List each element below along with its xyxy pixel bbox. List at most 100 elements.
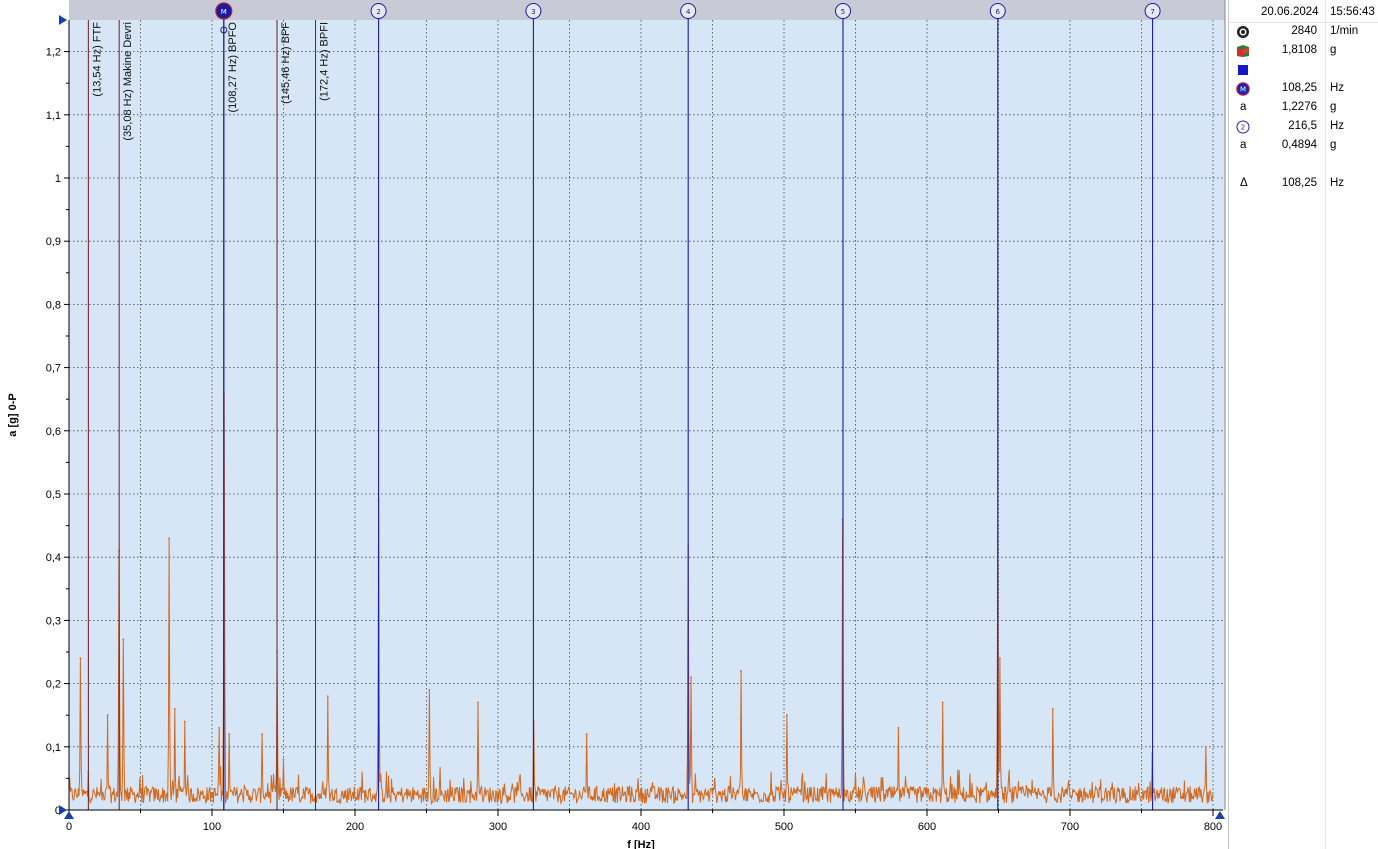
spectrum-peak [585, 733, 588, 736]
cursor-2-icon: 2 [1236, 120, 1250, 134]
spectrum-peak [740, 670, 742, 672]
x-tick-label: 800 [1204, 821, 1222, 833]
fault-frequency-label: (172,4 Hz) BPFI [319, 22, 331, 101]
y-tick-label: 0,2 [46, 679, 61, 691]
cursor-m-frequency-unit: Hz [1330, 82, 1345, 94]
spectrum-peak [282, 758, 285, 761]
harmonic-cursor-label: 4 [686, 8, 691, 16]
y-max-handle [59, 15, 67, 25]
y-min-handle [59, 805, 67, 815]
marker-row [1229, 60, 1378, 79]
overall-level-icon [1237, 45, 1249, 57]
spectrum-peak [477, 701, 479, 704]
y-tick-label: 0,9 [46, 236, 61, 248]
x-tick-label: 0 [66, 821, 72, 833]
spectrum-peak [428, 689, 431, 691]
overall-level-value: 1,8108 [1281, 44, 1317, 56]
x-tick-label: 400 [632, 821, 650, 833]
cursor-2-amp-row: a 0,4894 g [1229, 136, 1378, 155]
x-tick-label: 300 [489, 821, 507, 833]
delta-row: Δ 108,25 Hz [1229, 174, 1378, 193]
x-tick-label: 200 [346, 821, 364, 833]
x-tick-label: 500 [775, 821, 793, 833]
rpm-unit: 1/min [1330, 25, 1359, 37]
cursor-2-frequency: 216,5 [1288, 120, 1317, 132]
spectrum-peak [183, 720, 186, 723]
y-tick-label: 0,6 [46, 426, 61, 438]
main-cursor-label: M [221, 8, 227, 16]
fault-frequency-label: (13,54 Hz) FTF [91, 22, 103, 97]
spectrum-svg[interactable]: (13,54 Hz) FTF (35,08 Hz) Makine Devri (10… [0, 0, 1226, 849]
harmonic-cursor-label: 7 [1150, 8, 1154, 16]
harmonic-cursor-label: 2 [376, 8, 380, 16]
cursor-m-freq-row: M 108,25 Hz [1229, 79, 1378, 98]
x-min-handle [64, 811, 74, 819]
cursor-m-icon: M [1236, 82, 1250, 96]
cursor-2-frequency-unit: Hz [1330, 120, 1345, 132]
cursor-m-amplitude-unit: g [1330, 101, 1337, 113]
x-tick-label: 100 [203, 821, 221, 833]
spectrum-peak [261, 733, 263, 736]
amplitude-label: a [1240, 101, 1247, 113]
spectrum-peak [690, 676, 692, 679]
delta-frequency: 108,25 [1281, 177, 1317, 189]
fault-frequency-label: (35,08 Hz) Makine Devri [122, 22, 134, 141]
spectrum-peak [941, 701, 944, 704]
fault-frequency-label: (108,27 Hz) BPFO [227, 22, 239, 113]
spectrum-peak [218, 726, 221, 729]
spectrum-peak [1204, 745, 1207, 748]
y-tick-label: 0,3 [46, 615, 61, 627]
x-tick-label: 600 [918, 821, 936, 833]
cursor-strip [69, 0, 1225, 20]
spectrum-peak [173, 707, 176, 710]
cursor-m-frequency: 108,25 [1281, 82, 1317, 94]
amplitude-label: a [1240, 139, 1247, 151]
fault-frequency-label: (145,46 Hz) BPF [280, 22, 292, 104]
rpm-icon [1237, 26, 1249, 38]
y-tick-label: 1,1 [46, 110, 61, 122]
cursor-2-freq-row: 2 216,5 Hz [1229, 117, 1378, 136]
spectrum-peak [1051, 707, 1054, 710]
spectrum-peak [897, 726, 900, 729]
y-tick-label: 0,8 [46, 299, 61, 311]
harmonic-cursor-label: 6 [996, 8, 1001, 16]
y-tick-label: 0,4 [46, 552, 61, 564]
spectrum-chart[interactable]: (13,54 Hz) FTF (35,08 Hz) Makine Devri (10… [0, 0, 1226, 849]
cursor-m-amp-row: a 1,2276 g [1229, 98, 1378, 117]
y-axis-label: a [g] 0-P [7, 393, 19, 436]
delta-icon: Δ [1240, 177, 1248, 189]
x-max-handle [1215, 811, 1225, 819]
spectrum-peak [79, 657, 82, 660]
measurement-time: 15:56:43 [1330, 6, 1375, 18]
rpm-value: 2840 [1291, 25, 1317, 37]
cursor-m-amplitude: 1,2276 [1281, 101, 1317, 113]
x-tick-label: 700 [1061, 821, 1079, 833]
plot-background [69, 20, 1225, 810]
harmonic-cursor-label: 5 [841, 8, 845, 16]
x-axis-label: f [Hz] [627, 839, 655, 849]
cursor-2-amplitude: 0,4894 [1281, 139, 1317, 151]
overall-level-row: 1,8108 g [1229, 41, 1378, 60]
cursor-readout-panel: 20.06.2024 15:56:43 2840 1/min 1,8108 g … [1228, 0, 1378, 849]
overall-level-unit: g [1330, 44, 1337, 56]
harmonic-cursor-label: 3 [531, 8, 535, 16]
spectrum-peak [106, 714, 109, 717]
rpm-row: 2840 1/min [1229, 22, 1378, 41]
cursor-2-amplitude-unit: g [1330, 139, 1337, 151]
spectrum-peak [785, 714, 788, 717]
spectrum-peak [999, 657, 1001, 660]
spectrum-peak [326, 695, 329, 698]
y-tick-label: 0,5 [46, 489, 61, 501]
spectrum-peak [228, 733, 231, 736]
spectrum-peak [168, 537, 171, 540]
blue-square-icon [1238, 65, 1248, 75]
spectrum-peak [122, 638, 125, 641]
svg-text:M: M [1240, 86, 1246, 94]
svg-text:2: 2 [1241, 124, 1245, 132]
y-tick-label: 0,1 [46, 742, 61, 754]
measurement-date: 20.06.2024 [1261, 6, 1319, 18]
y-tick-label: 1,2 [46, 47, 61, 59]
y-tick-label: 0,7 [46, 363, 61, 375]
delta-frequency-unit: Hz [1330, 177, 1345, 189]
y-tick-label: 1 [55, 173, 61, 185]
